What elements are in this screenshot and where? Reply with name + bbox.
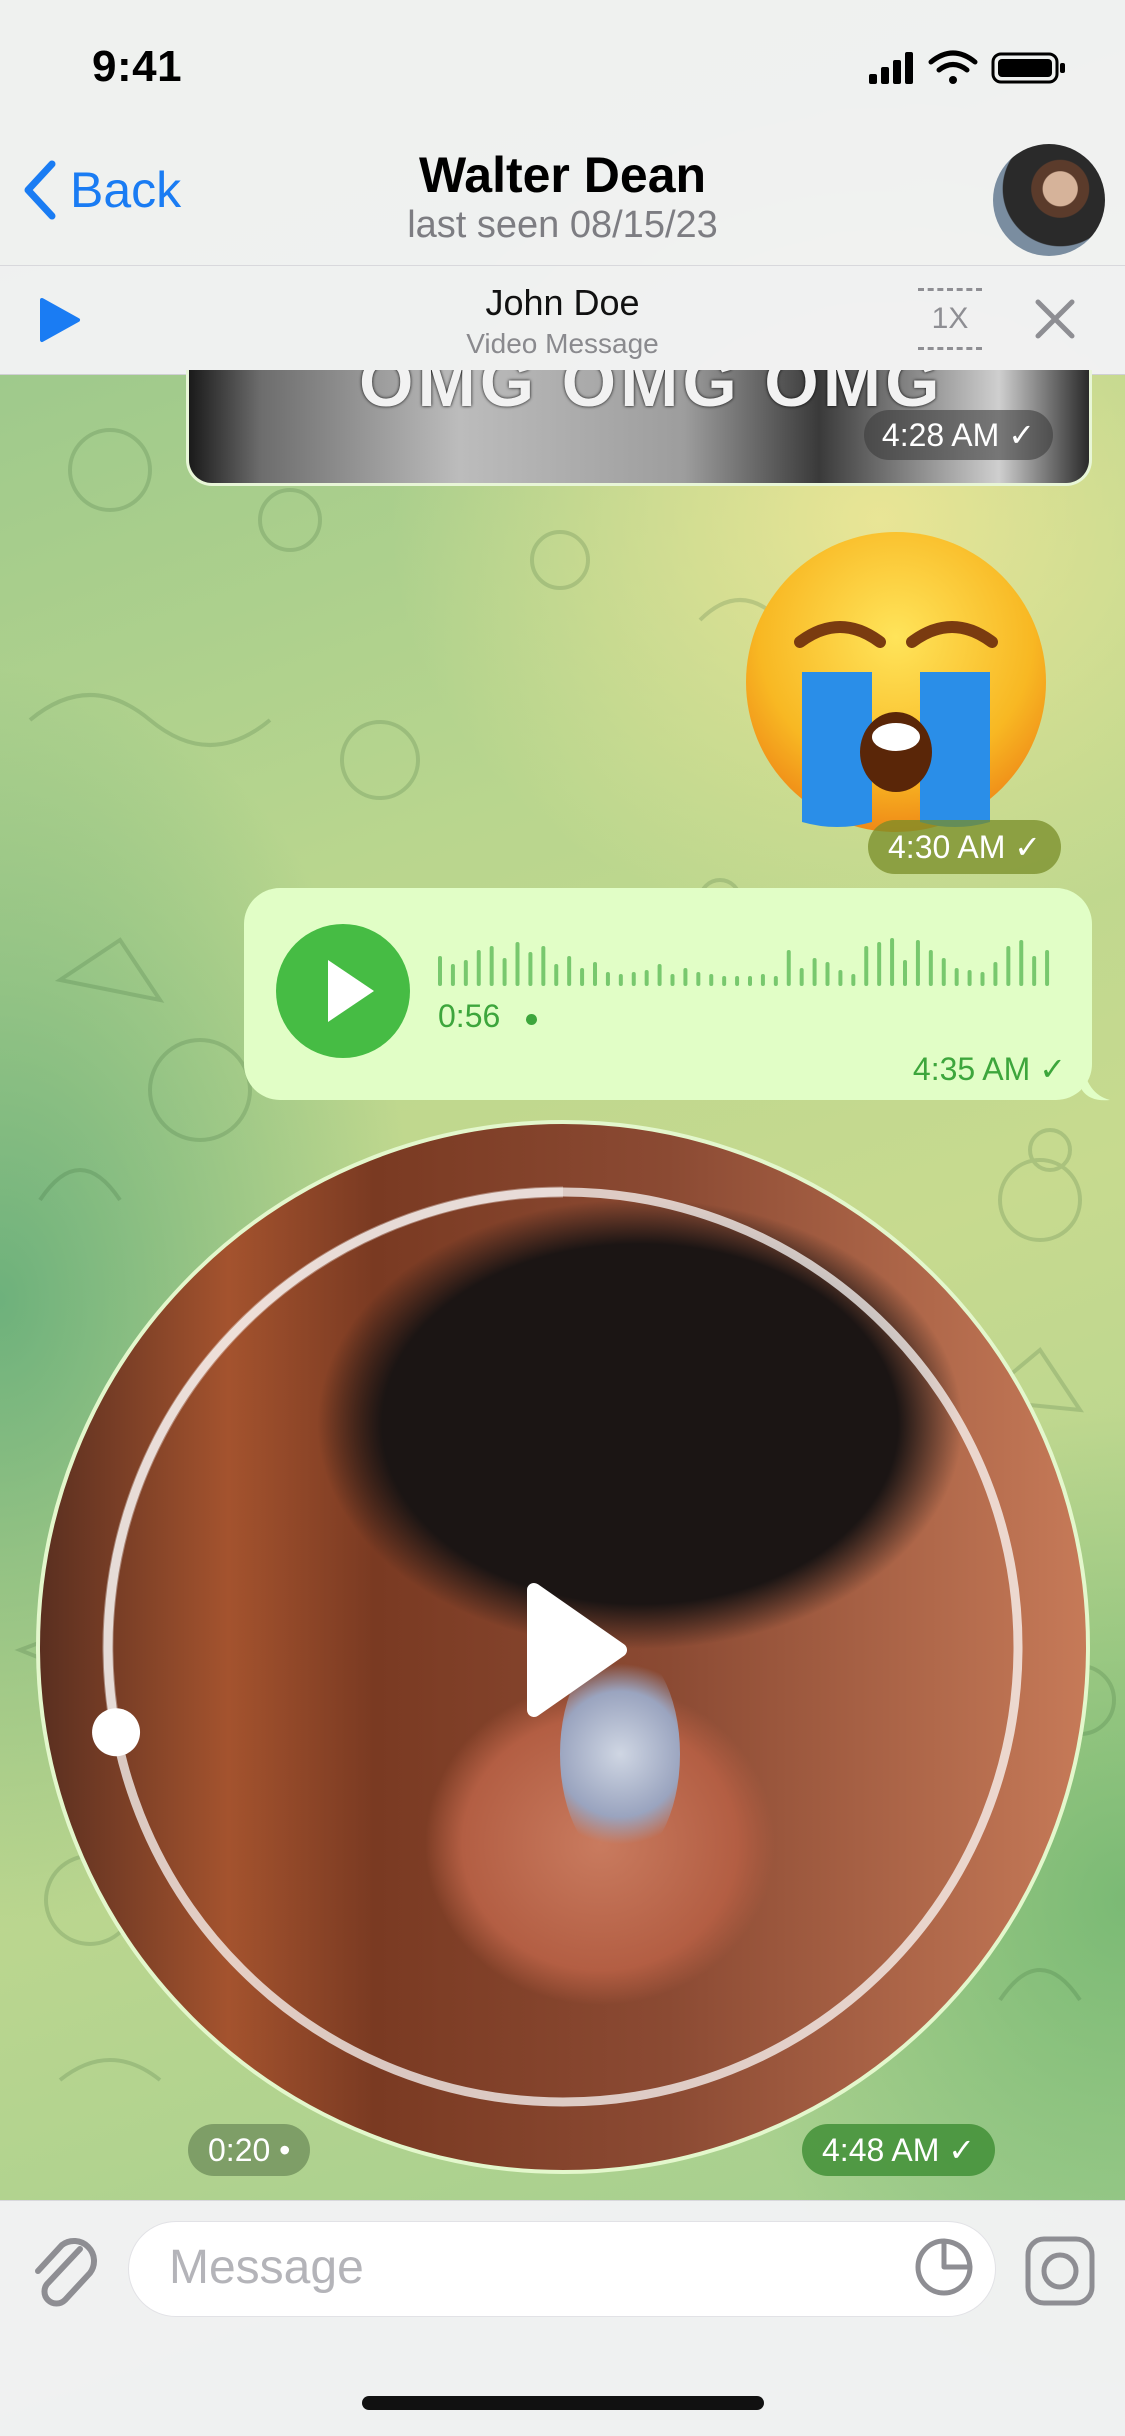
waveform-bar (450, 964, 455, 986)
image-caption: OMG OMG OMG (359, 370, 944, 421)
waveform-bar (683, 968, 688, 986)
video-message-icon[interactable] (1024, 2235, 1096, 2307)
waveform-bar (993, 962, 998, 986)
waveform-bar (476, 950, 481, 986)
waveform-bar (438, 956, 442, 986)
voice-play-button[interactable] (276, 924, 410, 1058)
waveform-bar (967, 970, 972, 986)
check-icon: ✓ (1008, 417, 1035, 453)
waveform-bar (980, 972, 985, 986)
waveform-bar (722, 976, 727, 986)
avatar[interactable] (993, 144, 1105, 256)
waveform-bar (567, 956, 572, 986)
home-indicator (362, 2396, 764, 2410)
waveform-bar (515, 942, 520, 986)
waveform-bar (941, 958, 946, 986)
waveform-bar (1019, 940, 1024, 986)
signal-icon (869, 52, 913, 84)
waveform-bar (838, 970, 843, 986)
waveform-bar (709, 974, 714, 986)
crying-face-emoji[interactable] (740, 532, 1052, 832)
waveform-bar (670, 974, 675, 986)
waveform-bar (760, 974, 765, 986)
waveform-bar (825, 962, 830, 986)
chat-title[interactable]: Walter Dean (0, 146, 1125, 204)
waveform-bar (1032, 956, 1037, 986)
waveform-bar (580, 968, 585, 986)
unplayed-dot: • (279, 2132, 291, 2168)
video-duration: 0:20 • (188, 2124, 311, 2176)
image-message[interactable]: OMG OMG OMG 4:28 AM ✓ (186, 370, 1092, 486)
waveform-bar (554, 964, 559, 986)
waveform-bar (528, 952, 533, 986)
waveform-bar (851, 974, 856, 986)
scrubber-handle (92, 1708, 141, 1757)
play-icon[interactable] (520, 1580, 630, 1720)
unplayed-dot (526, 1014, 537, 1025)
message-input[interactable]: Message (128, 2221, 996, 2317)
waveform-bar (748, 976, 752, 986)
waveform-bar (605, 972, 610, 986)
progress-played (102, 1186, 564, 1734)
media-player-bar: John Doe Video Message 1X (0, 265, 1125, 375)
waveform-bar (644, 970, 649, 986)
waveform-bar (593, 962, 597, 986)
waveform-bar (799, 968, 804, 986)
waveform-bar (915, 940, 920, 986)
status-time: 9:41 (92, 42, 183, 91)
voice-duration: 0:56 (438, 998, 501, 1034)
waveform-bar (1045, 950, 1050, 986)
waveform-bar (463, 960, 468, 986)
paperclip-icon[interactable] (28, 2231, 100, 2311)
waveform-bar (954, 968, 959, 986)
check-icon: ✓ (1039, 1051, 1066, 1087)
navigation-header: 9:41 Back Walter Dean last seen 08/15/23 (0, 0, 1125, 265)
check-icon: ✓ (1014, 829, 1042, 865)
waveform-bar (928, 950, 933, 986)
check-icon: ✓ (948, 2132, 976, 2168)
waveform-bar (489, 946, 494, 986)
sticker-icon[interactable] (914, 2237, 974, 2297)
bubble-tail (1082, 1060, 1110, 1101)
voice-message-bubble[interactable]: 0:56 4:35 AM ✓ (244, 888, 1092, 1100)
chat-subtitle: last seen 08/15/23 (407, 204, 718, 246)
playback-speed-button[interactable]: 1X (918, 288, 982, 350)
waveform-bar (696, 972, 701, 986)
waveform-bar (1006, 946, 1011, 986)
waveform-bar (735, 976, 740, 986)
waveform-bar (812, 958, 817, 986)
close-icon[interactable] (1032, 296, 1078, 342)
waveform-bar (903, 960, 907, 986)
waveform-bar (541, 946, 546, 986)
message-time: 4:48 AM ✓ (802, 2124, 996, 2176)
status-icons (869, 50, 1065, 84)
message-time: 4:28 AM ✓ (863, 410, 1053, 460)
battery-icon (991, 52, 1065, 84)
message-time: 4:35 AM ✓ (912, 1050, 1066, 1088)
waveform-bar (864, 946, 869, 986)
waveform[interactable] (438, 934, 1058, 986)
waveform-bar (877, 942, 882, 986)
waveform-bar (631, 972, 636, 986)
waveform-bar (618, 974, 623, 986)
waveform-bar (773, 976, 778, 986)
waveform-bar (657, 964, 662, 986)
waveform-bar (502, 958, 507, 986)
message-time: 4:30 AM ✓ (868, 820, 1062, 874)
waveform-bar (890, 938, 895, 986)
wifi-icon (928, 50, 978, 84)
waveform-bar (786, 950, 791, 986)
